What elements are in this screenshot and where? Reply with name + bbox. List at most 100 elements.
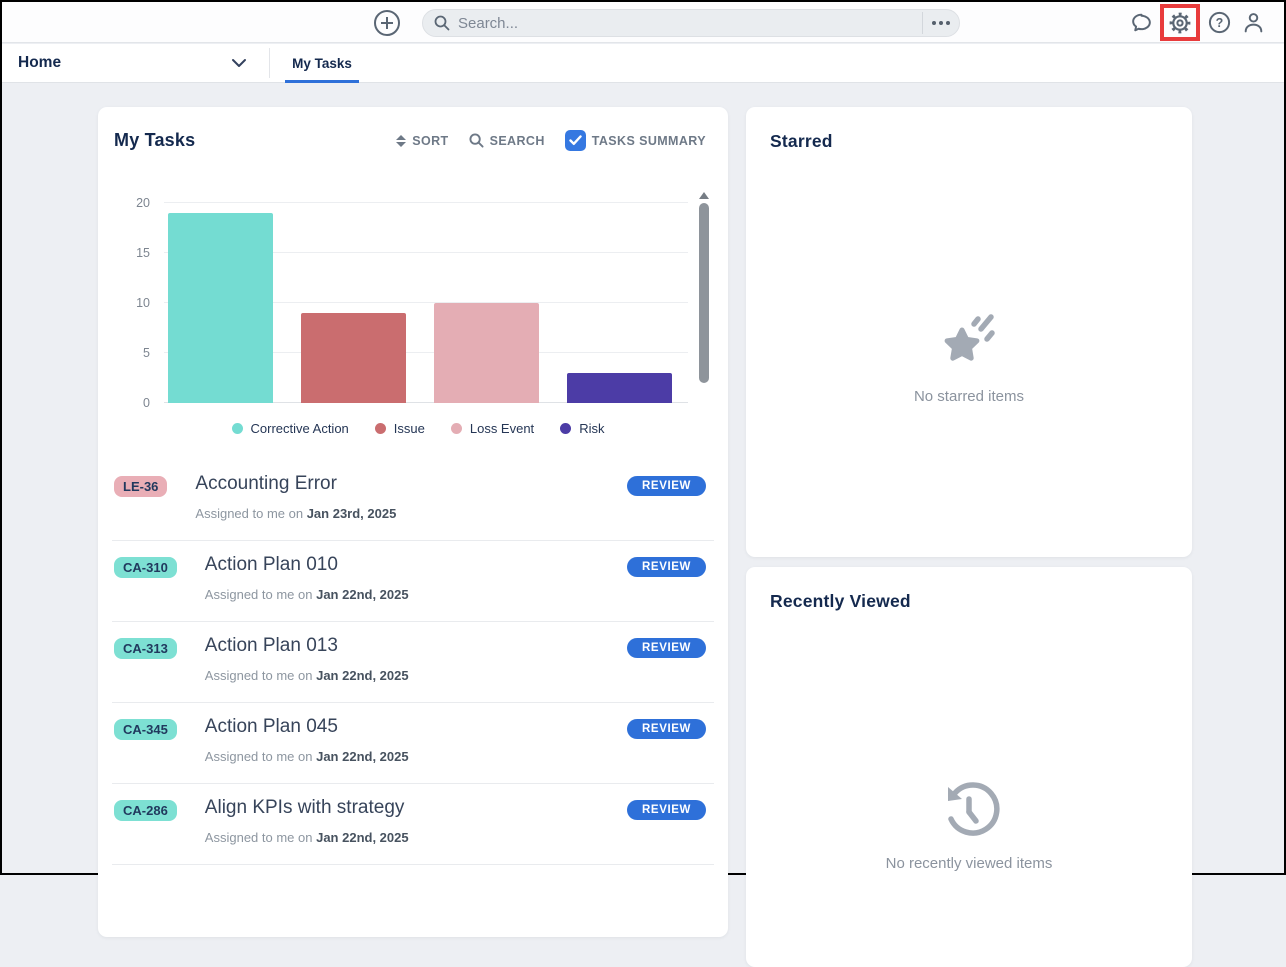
task-badge: LE-36 (114, 476, 167, 497)
settings-highlight-box (1160, 4, 1200, 41)
bar-risk[interactable] (567, 373, 672, 403)
chat-icon[interactable] (1124, 6, 1158, 40)
legend-dot-loss-event (451, 423, 462, 434)
user-icon[interactable] (1236, 6, 1270, 40)
task-row: CA-310 Action Plan 010 Assigned to me on J… (98, 541, 728, 622)
review-button[interactable]: REVIEW (627, 719, 706, 739)
legend-item-loss-event[interactable]: Loss Event (451, 421, 534, 436)
task-main: Action Plan 013 Assigned to me on Jan 22n… (205, 635, 627, 683)
more-options-icon[interactable] (923, 10, 959, 36)
help-icon[interactable]: ? (1202, 6, 1236, 40)
review-button[interactable]: REVIEW (627, 638, 706, 658)
checkbox-checked-icon (565, 130, 586, 151)
tasks-summary-chart: 05101520 (114, 189, 728, 403)
y-tick-label-20: 20 (114, 196, 150, 210)
gridline-20 (164, 202, 688, 203)
assigned-prefix: Assigned to me on (205, 668, 316, 683)
top-right-icons: ? (1124, 2, 1270, 43)
task-title-link[interactable]: Action Plan 013 (205, 635, 627, 657)
task-main: Action Plan 045 Assigned to me on Jan 22n… (205, 716, 627, 764)
task-main: Action Plan 010 Assigned to me on Jan 22n… (205, 554, 627, 602)
task-main: Accounting Error Assigned to me on Jan 23… (195, 473, 627, 521)
recently-viewed-card: Recently Viewed No recently viewed items (746, 567, 1192, 967)
magnifier-icon (469, 133, 484, 148)
y-tick-label-10: 10 (114, 296, 150, 310)
nav-bar: Home My Tasks (2, 44, 1284, 83)
task-title-link[interactable]: Accounting Error (195, 473, 627, 495)
task-title-link[interactable]: Align KPIs with strategy (205, 797, 627, 819)
legend-item-risk[interactable]: Risk (560, 421, 604, 436)
task-badge: CA-313 (114, 638, 177, 659)
task-assigned-text: Assigned to me on Jan 22nd, 2025 (205, 749, 627, 764)
task-list: LE-36 Accounting Error Assigned to me on J… (98, 460, 728, 865)
home-dropdown[interactable]: Home (2, 44, 269, 82)
task-assigned-text: Assigned to me on Jan 22nd, 2025 (205, 668, 627, 683)
y-tick-label-5: 5 (114, 346, 150, 360)
scrollbar-up-arrow-icon[interactable] (699, 192, 709, 199)
search-input[interactable] (450, 11, 922, 35)
assigned-date: Jan 22nd, 2025 (316, 587, 409, 602)
task-row: LE-36 Accounting Error Assigned to me on J… (98, 460, 728, 541)
bar-corrective-action[interactable] (168, 213, 273, 403)
svg-text:?: ? (1215, 16, 1223, 30)
top-bar: ? (2, 2, 1284, 43)
chart-legend: Corrective Action Issue Loss Event Risk (98, 421, 728, 436)
task-title-link[interactable]: Action Plan 045 (205, 716, 627, 738)
starred-card: Starred No starred items (746, 107, 1192, 557)
starred-title: Starred (770, 131, 833, 152)
assigned-date: Jan 22nd, 2025 (316, 749, 409, 764)
sort-button[interactable]: SORT (396, 134, 448, 148)
bar-issue[interactable] (301, 313, 406, 403)
home-label: Home (18, 54, 61, 72)
assigned-prefix: Assigned to me on (205, 587, 316, 602)
review-button[interactable]: REVIEW (627, 476, 706, 496)
task-assigned-text: Assigned to me on Jan 22nd, 2025 (205, 830, 627, 845)
assigned-date: Jan 22nd, 2025 (316, 668, 409, 683)
my-tasks-header: My Tasks SORT SEARCH TASKS SUMMARY (98, 107, 728, 151)
tab-label: My Tasks (292, 56, 352, 71)
legend-label-corrective-action: Corrective Action (251, 421, 349, 436)
task-row: CA-313 Action Plan 013 Assigned to me on J… (98, 622, 728, 703)
chart-y-axis: 05101520 (114, 189, 156, 403)
y-tick-label-0: 0 (114, 396, 150, 410)
legend-dot-risk (560, 423, 571, 434)
chevron-down-icon (231, 58, 247, 68)
task-badge: CA-310 (114, 557, 177, 578)
task-title-link[interactable]: Action Plan 010 (205, 554, 627, 576)
add-button[interactable] (374, 10, 400, 36)
scrollbar-thumb[interactable] (699, 203, 709, 383)
legend-label-loss-event: Loss Event (470, 421, 534, 436)
assigned-date: Jan 22nd, 2025 (316, 830, 409, 845)
task-list-scrollbar[interactable] (698, 192, 710, 497)
review-button[interactable]: REVIEW (627, 557, 706, 577)
assigned-date: Jan 23rd, 2025 (307, 506, 397, 521)
legend-dot-issue (375, 423, 386, 434)
task-row: CA-286Align KPIs with strategyAssigned t… (98, 784, 728, 865)
task-assigned-text: Assigned to me on Jan 22nd, 2025 (205, 587, 627, 602)
starred-empty-text: No starred items (914, 388, 1024, 405)
starred-empty-state: No starred items (746, 312, 1192, 405)
assigned-prefix: Assigned to me on (205, 749, 316, 764)
tab-my-tasks[interactable]: My Tasks (285, 44, 359, 83)
page-title: My Tasks (114, 130, 376, 151)
shooting-star-icon (937, 312, 1001, 372)
legend-item-issue[interactable]: Issue (375, 421, 425, 436)
legend-label-issue: Issue (394, 421, 425, 436)
search-tasks-button[interactable]: SEARCH (469, 133, 545, 148)
assigned-prefix: Assigned to me on (205, 830, 316, 845)
assigned-prefix: Assigned to me on (195, 506, 306, 521)
gear-icon[interactable] (1166, 9, 1194, 37)
task-badge: CA-345 (114, 719, 177, 740)
active-tab-underline (285, 80, 359, 83)
task-main: Align KPIs with strategy Assigned to me o… (205, 797, 627, 845)
bar-loss-event[interactable] (434, 303, 539, 403)
tasks-summary-toggle[interactable]: TASKS SUMMARY (565, 130, 706, 151)
search-label: SEARCH (490, 134, 545, 148)
legend-item-corrective-action[interactable]: Corrective Action (232, 421, 349, 436)
nav-divider (269, 48, 270, 78)
legend-label-risk: Risk (579, 421, 604, 436)
history-icon (938, 779, 1000, 839)
my-tasks-card: My Tasks SORT SEARCH TASKS SUMMARY 05101… (98, 107, 728, 937)
recently-viewed-empty-text: No recently viewed items (886, 855, 1053, 872)
review-button[interactable]: REVIEW (627, 800, 706, 820)
